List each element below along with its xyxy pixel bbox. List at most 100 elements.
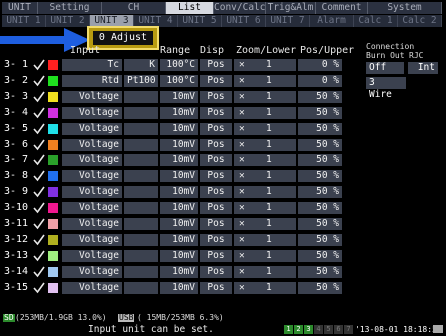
channel-color-swatch[interactable] [48,282,58,293]
tab-ch[interactable]: CH [102,2,166,14]
sensor-type-select[interactable] [124,233,158,246]
channel-color-swatch[interactable] [48,123,58,134]
channel-color-swatch[interactable] [48,60,58,70]
channel-row[interactable]: 3- 7 Voltage 10mV Pos ✕ 1 50 % [0,153,342,167]
zoom-select[interactable]: ✕ 1 [234,281,296,294]
channel-color-swatch[interactable] [48,203,58,214]
channel-color-swatch[interactable] [48,234,58,245]
pos-select[interactable]: 50 % [298,265,342,278]
input-type-select[interactable]: Voltage [62,218,122,230]
range-select[interactable]: 10mV [160,90,198,103]
disp-select[interactable]: Pos [200,202,232,215]
input-type-select[interactable]: Voltage [62,281,122,294]
channel-color-swatch[interactable] [48,91,58,102]
tab-conv-calc[interactable]: Conv/Calc [214,2,266,14]
checkmark-icon[interactable] [33,107,45,119]
tab-calc-1[interactable]: Calc 1 [354,15,398,27]
disp-select[interactable]: Pos [200,170,232,183]
tab-list[interactable]: List [166,2,214,14]
checkmark-icon[interactable] [33,282,45,294]
checkmark-icon[interactable] [33,59,45,71]
input-type-select[interactable]: Voltage [62,202,122,215]
channel-row[interactable]: 3- 4 Voltage 10mV Pos ✕ 1 50 % [0,106,342,120]
checkmark-icon[interactable] [33,250,45,262]
zoom-select[interactable]: ✕ 1 [234,90,296,103]
channel-row[interactable]: 3-10 Voltage 10mV Pos ✕ 1 50 % [0,201,342,215]
disp-select[interactable]: Pos [200,265,232,278]
sensor-type-select[interactable] [124,106,158,119]
rjc-select[interactable]: Int [408,62,438,74]
zoom-select[interactable]: ✕ 1 [234,265,296,278]
sensor-type-select[interactable] [124,122,158,135]
wire-select[interactable]: 3 Wire [366,77,406,100]
input-type-select[interactable]: Voltage [62,233,122,246]
channel-color-swatch[interactable] [48,155,58,166]
pos-select[interactable]: 50 % [298,154,342,167]
checkmark-icon[interactable] [33,218,45,230]
input-type-select[interactable]: Voltage [62,186,122,199]
input-type-select[interactable]: Voltage [62,138,122,151]
channel-row[interactable]: 3-15 Voltage 10mV Pos ✕ 1 50 % [0,281,342,295]
tab-unit-6[interactable]: UNIT 6 [222,15,266,27]
input-type-select[interactable]: Rtd [62,74,122,87]
tab-alarm[interactable]: Alarm [310,15,354,27]
range-select[interactable]: 100°C [160,74,198,87]
range-select[interactable]: 10mV [160,122,198,135]
checkmark-icon[interactable] [33,266,45,278]
channel-row[interactable]: 3- 3 Voltage 10mV Pos ✕ 1 50 % [0,90,342,104]
checkmark-icon[interactable] [33,91,45,103]
disp-select[interactable]: Pos [200,106,232,119]
tab-unit-5[interactable]: UNIT 5 [178,15,222,27]
channel-color-swatch[interactable] [48,250,58,261]
pos-select[interactable]: 50 % [298,90,342,103]
range-select[interactable]: 10mV [160,249,198,262]
zoom-select[interactable]: ✕ 1 [234,122,296,135]
sensor-type-select[interactable] [124,90,158,103]
tab-trig-alm[interactable]: Trig&Alm [266,2,316,14]
channel-row[interactable]: 3-13 Voltage 10mV Pos ✕ 1 50 % [0,249,342,263]
input-type-select[interactable]: Voltage [62,249,122,262]
zoom-select[interactable]: ✕ 1 [234,233,296,246]
channel-row[interactable]: 3-12 Voltage 10mV Pos ✕ 1 50 % [0,233,342,247]
zoom-select[interactable]: ✕ 1 [234,74,296,87]
tab-comment[interactable]: Comment [316,2,368,14]
range-select[interactable]: 10mV [160,233,198,246]
channel-color-swatch[interactable] [48,139,58,150]
pos-select[interactable]: 0 % [298,74,342,87]
disp-select[interactable]: Pos [200,74,232,87]
channel-color-swatch[interactable] [48,171,58,182]
range-select[interactable]: 10mV [160,138,198,151]
sensor-type-select[interactable] [124,170,158,183]
disp-select[interactable]: Pos [200,154,232,167]
checkmark-icon[interactable] [33,202,45,214]
sensor-type-select[interactable] [124,249,158,262]
sensor-type-select[interactable] [124,138,158,151]
pos-select[interactable]: 50 % [298,138,342,151]
channel-row[interactable]: 3- 8 Voltage 10mV Pos ✕ 1 50 % [0,169,342,183]
disp-select[interactable]: Pos [200,138,232,151]
zoom-select[interactable]: ✕ 1 [234,218,296,230]
channel-color-swatch[interactable] [48,107,58,118]
sensor-type-select[interactable] [124,265,158,278]
pos-select[interactable]: 50 % [298,106,342,119]
pos-select[interactable]: 50 % [298,186,342,199]
channel-row[interactable]: 3- 6 Voltage 10mV Pos ✕ 1 50 % [0,138,342,152]
range-select[interactable]: 10mV [160,154,198,167]
pos-select[interactable]: 50 % [298,218,342,230]
channel-color-swatch[interactable] [48,75,58,86]
tab-calc-2[interactable]: Calc 2 [398,15,442,27]
tab-unit-2[interactable]: UNIT 2 [46,15,90,27]
sensor-type-select[interactable] [124,154,158,167]
input-type-select[interactable]: Voltage [62,154,122,167]
disp-select[interactable]: Pos [200,249,232,262]
zoom-select[interactable]: ✕ 1 [234,249,296,262]
disp-select[interactable]: Pos [200,186,232,199]
disp-select[interactable]: Pos [200,233,232,246]
channel-row[interactable]: 3-11 Voltage 10mV Pos ✕ 1 50 % [0,217,342,231]
range-select[interactable]: 10mV [160,281,198,294]
zoom-select[interactable]: ✕ 1 [234,59,296,71]
channel-color-swatch[interactable] [48,219,58,229]
disp-select[interactable]: Pos [200,59,232,71]
checkmark-icon[interactable] [33,123,45,135]
sensor-type-select[interactable] [124,218,158,230]
